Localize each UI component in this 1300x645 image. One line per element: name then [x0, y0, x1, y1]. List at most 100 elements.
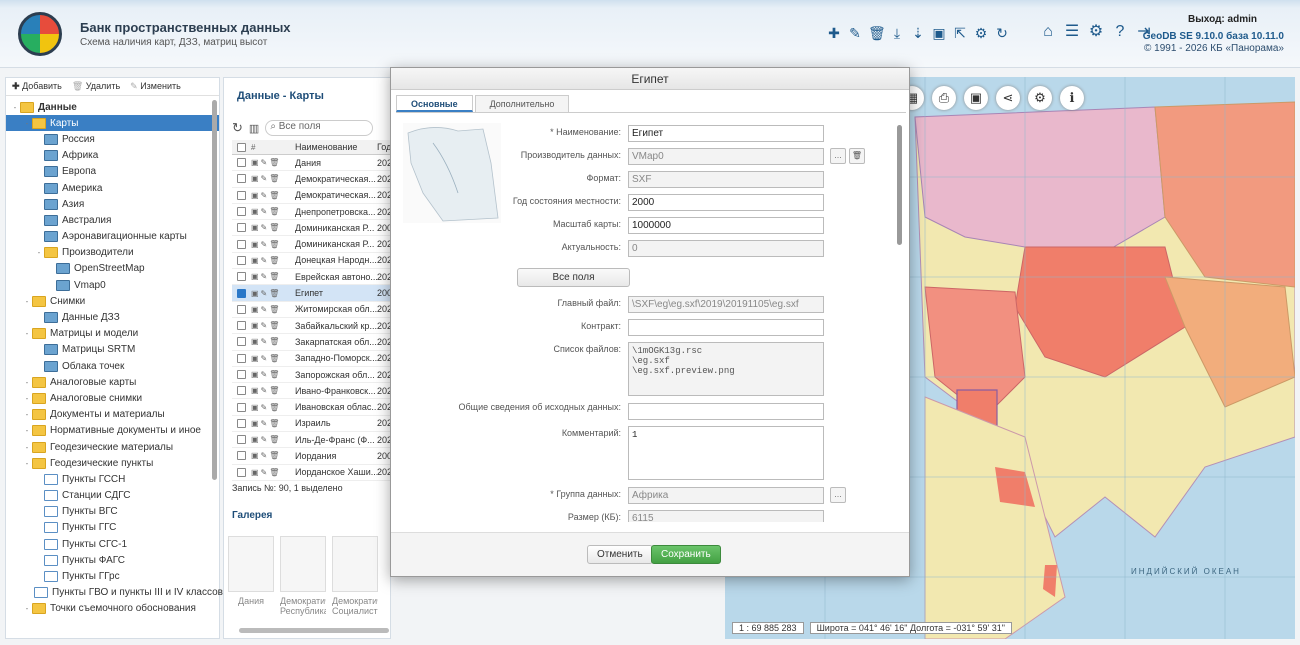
- tree-item[interactable]: Пункты ГВО и пункты III и IV классов: [6, 585, 223, 601]
- expander-icon[interactable]: -: [22, 378, 32, 387]
- table-row[interactable]: ▣✎🗑Египет2000: [232, 285, 392, 302]
- row-checkbox[interactable]: [237, 190, 246, 200]
- edit-button[interactable]: ✎ Изменить: [130, 81, 181, 92]
- table-row[interactable]: ▣✎🗑Забайкальский кр...2020: [232, 318, 392, 335]
- row-actions[interactable]: ▣✎🗑: [251, 370, 295, 379]
- expander-icon[interactable]: -: [22, 459, 32, 468]
- tree-item[interactable]: - Геодезические пункты: [6, 455, 219, 471]
- tree-item[interactable]: OpenStreetMap: [6, 261, 219, 277]
- row-checkbox[interactable]: [237, 239, 246, 249]
- tab-additional[interactable]: Дополнительно: [474, 95, 570, 112]
- row-checkbox[interactable]: [237, 435, 246, 445]
- row-actions[interactable]: ▣✎🗑: [251, 337, 295, 346]
- year-field[interactable]: 2000: [628, 194, 824, 211]
- table-row[interactable]: ▣✎🗑Доминиканская Р...2000: [232, 220, 392, 237]
- row-actions[interactable]: ▣✎🗑: [251, 419, 295, 428]
- map-settings-icon[interactable]: ⚙: [1028, 86, 1052, 110]
- info-icon[interactable]: ℹ: [1060, 86, 1084, 110]
- columns-icon[interactable]: ▥: [249, 122, 259, 135]
- row-actions[interactable]: ▣✎🗑: [251, 272, 295, 281]
- table-row[interactable]: ▣✎🗑Демократическая...2020: [232, 171, 392, 188]
- group-browse-button[interactable]: …: [830, 487, 846, 503]
- tree-item[interactable]: Америка: [6, 180, 219, 196]
- sort-icon[interactable]: ⇣: [910, 24, 926, 42]
- table-row[interactable]: ▣✎🗑Израиль2020: [232, 416, 392, 433]
- row-actions[interactable]: ▣✎🗑: [251, 435, 295, 444]
- expander-icon[interactable]: -: [22, 394, 32, 403]
- row-checkbox[interactable]: [237, 321, 246, 331]
- tree-item[interactable]: - Снимки: [6, 293, 219, 309]
- row-checkbox[interactable]: [237, 467, 246, 477]
- maker-browse-button[interactable]: …: [830, 148, 846, 164]
- name-field[interactable]: Египет: [628, 125, 824, 142]
- dialog-scrollbar[interactable]: [897, 125, 902, 245]
- table-row[interactable]: ▣✎🗑Иордания2000: [232, 448, 392, 465]
- table-row[interactable]: ▣✎🗑Днепропетровска...2020: [232, 204, 392, 221]
- tree-item[interactable]: Австралия: [6, 212, 219, 228]
- tree-item[interactable]: Пункты ГГрс: [6, 568, 219, 584]
- row-checkbox[interactable]: [237, 304, 246, 314]
- expander-icon[interactable]: -: [22, 297, 32, 306]
- tree-item[interactable]: Пункты ФАГС: [6, 552, 219, 568]
- tree-item[interactable]: Облака точек: [6, 358, 219, 374]
- row-actions[interactable]: ▣✎🗑: [251, 451, 295, 460]
- row-actions[interactable]: ▣✎🗑: [251, 403, 295, 412]
- gallery-item[interactable]: Демократическая Республика: [280, 536, 326, 616]
- row-actions[interactable]: ▣✎🗑: [251, 305, 295, 314]
- tree-item[interactable]: - Геодезические материалы: [6, 439, 219, 455]
- table-row[interactable]: ▣✎🗑Западно-Поморск...2020: [232, 351, 392, 367]
- row-actions[interactable]: ▣✎🗑: [251, 289, 295, 298]
- tree-item[interactable]: Матрицы SRTM: [6, 342, 219, 358]
- print-icon[interactable]: ⎙: [932, 86, 956, 110]
- gallery-item[interactable]: Демократическая Социалистическая: [332, 536, 378, 616]
- sliders-icon[interactable]: ☰: [1064, 23, 1080, 41]
- row-checkbox[interactable]: [237, 353, 246, 363]
- row-actions[interactable]: ▣✎🗑: [251, 223, 295, 232]
- row-actions[interactable]: ▣✎🗑: [251, 174, 295, 183]
- row-checkbox[interactable]: [237, 174, 246, 184]
- table-row[interactable]: ▣✎🗑Демократическая...2020: [232, 188, 392, 204]
- row-actions[interactable]: ▣✎🗑: [251, 256, 295, 265]
- tree-item[interactable]: - Документы и материалы: [6, 407, 219, 423]
- tree-scrollbar[interactable]: [212, 100, 217, 480]
- tree-item[interactable]: Россия: [6, 131, 219, 147]
- tree-item[interactable]: Vmap0: [6, 277, 219, 293]
- expander-icon[interactable]: -: [34, 248, 44, 257]
- table-row[interactable]: ▣✎🗑Житомирская обл...2020: [232, 302, 392, 318]
- comment-field[interactable]: 1: [628, 426, 824, 480]
- row-actions[interactable]: ▣✎🗑: [251, 321, 295, 330]
- table-row[interactable]: ▣✎🗑Ивановская облас...2020: [232, 399, 392, 416]
- row-checkbox[interactable]: [237, 288, 246, 298]
- row-checkbox[interactable]: [237, 370, 246, 379]
- download-icon[interactable]: ⤓: [889, 24, 905, 42]
- image-export-icon[interactable]: ▣: [964, 86, 988, 110]
- row-actions[interactable]: ▣✎🗑: [251, 468, 295, 477]
- expander-icon[interactable]: -: [22, 410, 32, 419]
- tree-item[interactable]: Данные ДЗЗ: [6, 309, 219, 325]
- tree-item[interactable]: - Аналоговые снимки: [6, 390, 219, 406]
- delete-button[interactable]: 🗑 Удалить: [72, 81, 120, 92]
- logout-user-link[interactable]: Выход: admin: [1188, 14, 1257, 25]
- row-checkbox[interactable]: [237, 207, 246, 217]
- row-checkbox[interactable]: [237, 223, 246, 233]
- all-fields-button[interactable]: Все поля: [517, 268, 630, 287]
- row-actions[interactable]: ▣✎🗑: [251, 386, 295, 395]
- row-checkbox[interactable]: [237, 158, 246, 168]
- row-actions[interactable]: ▣✎🗑: [251, 354, 295, 363]
- map-scale[interactable]: 1 : 69 885 283: [732, 622, 804, 634]
- row-checkbox[interactable]: [237, 451, 246, 461]
- tree-item[interactable]: Пункты СГС-1: [6, 536, 219, 552]
- settings-dropdown-icon[interactable]: ⚙: [973, 24, 989, 42]
- save-button[interactable]: Сохранить: [651, 545, 721, 564]
- table-row[interactable]: ▣✎🗑Иль-Де-Франс (Ф...2020: [232, 432, 392, 449]
- tree-item[interactable]: Азия: [6, 196, 219, 212]
- tree-item[interactable]: - Карты: [6, 115, 219, 132]
- cancel-button[interactable]: Отменить: [587, 545, 653, 564]
- row-checkbox[interactable]: [237, 272, 246, 282]
- home-icon[interactable]: ⌂: [1040, 23, 1056, 41]
- tab-main[interactable]: Основные: [396, 95, 473, 112]
- gallery-item[interactable]: Дания: [228, 536, 274, 612]
- row-actions[interactable]: ▣✎🗑: [251, 191, 295, 200]
- select-area-icon[interactable]: ▣: [931, 24, 947, 42]
- tree-item[interactable]: Африка: [6, 148, 219, 164]
